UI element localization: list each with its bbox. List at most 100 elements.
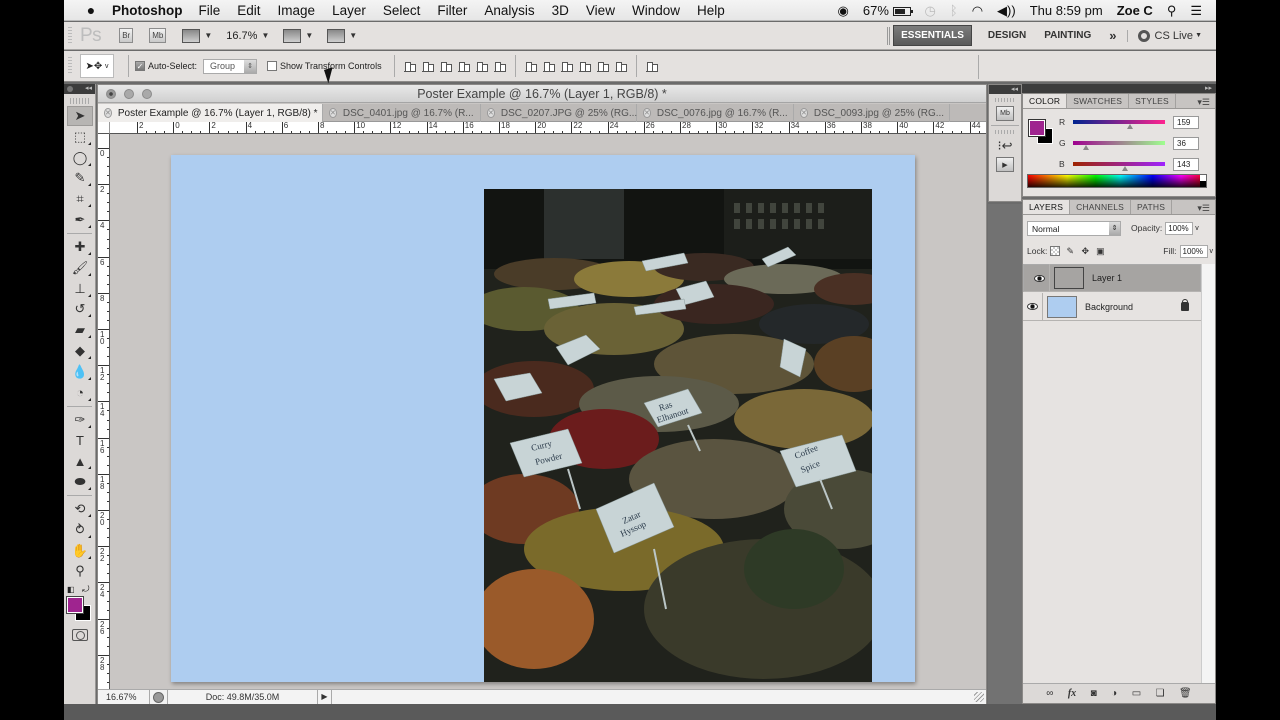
align-bottom-edges-icon[interactable] <box>439 61 452 72</box>
green-value-input[interactable]: 36 <box>1173 136 1199 150</box>
menu-file[interactable]: File <box>199 3 221 18</box>
menu-app-name[interactable]: Photoshop <box>112 3 183 18</box>
visibility-eye-icon[interactable] <box>1030 264 1050 292</box>
blue-slider-thumb[interactable] <box>1121 166 1128 171</box>
distribute-vertical-centers-icon[interactable] <box>542 61 555 72</box>
record-icon[interactable]: ◉ <box>838 3 849 19</box>
add-mask-icon[interactable]: ◙ <box>1091 688 1097 699</box>
menu-select[interactable]: Select <box>383 3 421 18</box>
menu-help[interactable]: Help <box>697 3 725 18</box>
more-workspaces-icon[interactable]: » <box>1109 28 1116 43</box>
menu-layer[interactable]: Layer <box>332 3 366 18</box>
marquee-tool[interactable]: ⬚ <box>67 127 93 147</box>
menu-3d[interactable]: 3D <box>552 3 569 18</box>
dodge-tool[interactable]: ◔ <box>67 383 93 403</box>
panel-menu-icon[interactable]: ▾☰ <box>1197 97 1210 108</box>
opacity-input[interactable]: 100% <box>1165 221 1194 235</box>
tool-preset-picker[interactable]: ➤✥ v <box>80 54 114 78</box>
color-spectrum-ramp[interactable] <box>1027 174 1207 188</box>
panel-menu-icon[interactable]: ▾☰ <box>1197 203 1210 214</box>
menu-window[interactable]: Window <box>632 3 680 18</box>
cs-live-button[interactable]: CS Live ▼ <box>1126 29 1202 42</box>
align-left-edges-icon[interactable] <box>457 61 470 72</box>
workspace-painting[interactable]: PAINTING <box>1044 30 1091 41</box>
3d-orbit-tool[interactable]: ⥁ <box>67 520 93 540</box>
distribute-top-edges-icon[interactable] <box>524 61 537 72</box>
canvas-area[interactable]: Curry Powder Ras Elhanout Coffee Spice Z… <box>111 135 986 689</box>
red-slider[interactable] <box>1073 120 1165 129</box>
close-tab-icon[interactable]: ✕ <box>487 108 495 118</box>
document-tab[interactable]: ✕ Poster Example @ 16.7% (Layer 1, RGB/8)… <box>98 104 323 122</box>
options-grip[interactable] <box>68 57 72 75</box>
window-zoom-button[interactable] <box>142 89 152 99</box>
lock-all-icon[interactable]: ▣ <box>1095 246 1105 256</box>
menu-edit[interactable]: Edit <box>237 3 260 18</box>
hand-tool[interactable]: ✋ <box>67 541 93 561</box>
spice-market-photo-layer[interactable]: Curry Powder Ras Elhanout Coffee Spice Z… <box>484 189 872 682</box>
dock-header[interactable]: ◂◂ <box>989 85 1021 94</box>
blue-value-input[interactable]: 143 <box>1173 157 1199 171</box>
window-resize-grip[interactable] <box>974 692 984 702</box>
lasso-tool[interactable]: ◯ <box>67 148 93 168</box>
align-vertical-centers-icon[interactable] <box>421 61 434 72</box>
battery-status[interactable]: 67% <box>863 3 913 18</box>
notification-center-icon[interactable]: ☰ <box>1190 3 1202 19</box>
horizontal-ruler[interactable]: 2 0 2 4 6 8 10 12 14 16 18 20 22 24 26 28 30 32 34 36 38 40 42… <box>110 122 986 134</box>
launch-bridge-button[interactable]: Br <box>119 28 134 43</box>
green-slider-thumb[interactable] <box>1082 145 1089 150</box>
move-tool[interactable]: ➤ <box>67 106 93 126</box>
panels-collapse-header[interactable]: ▸▸ <box>1022 84 1216 93</box>
tab-channels[interactable]: CHANNELS <box>1070 200 1132 214</box>
tab-swatches[interactable]: SWATCHES <box>1067 94 1130 108</box>
eyedropper-tool[interactable]: ✒ <box>67 210 93 230</box>
visibility-eye-icon[interactable] <box>1023 292 1043 321</box>
distribute-left-edges-icon[interactable] <box>578 61 591 72</box>
align-top-edges-icon[interactable] <box>403 61 416 72</box>
clock[interactable]: Thu 8:59 pm <box>1030 3 1103 18</box>
user-name[interactable]: Zoe C <box>1117 3 1153 18</box>
layer-row-background[interactable]: Background <box>1023 292 1201 321</box>
collapse-icon[interactable]: ◂◂ <box>85 84 92 92</box>
dock-grip[interactable] <box>995 130 1015 134</box>
paint-bucket-tool[interactable]: ◆ <box>67 341 93 361</box>
spotlight-search-icon[interactable]: ⚲ <box>1167 3 1177 19</box>
distribute-bottom-edges-icon[interactable] <box>560 61 573 72</box>
apple-menu-icon[interactable]: ● <box>82 2 100 18</box>
lock-position-icon[interactable]: ✥ <box>1080 246 1090 256</box>
volume-icon[interactable]: ◀)) <box>997 3 1016 19</box>
close-tab-icon[interactable]: ✕ <box>800 108 808 118</box>
close-tab-icon[interactable]: ✕ <box>643 108 651 118</box>
link-layers-icon[interactable]: ∞ <box>1046 688 1053 699</box>
status-zoom-field[interactable]: 16.67% <box>98 689 150 705</box>
opacity-dropdown-icon[interactable]: v <box>1195 225 1199 232</box>
red-value-input[interactable]: 159 <box>1173 115 1199 129</box>
fill-dropdown-icon[interactable]: v <box>1210 248 1214 255</box>
view-extras-icon[interactable] <box>182 28 201 43</box>
artboard-background-layer[interactable]: Curry Powder Ras Elhanout Coffee Spice Z… <box>171 155 915 682</box>
close-tab-icon[interactable]: ✕ <box>329 108 337 118</box>
distribute-horizontal-centers-icon[interactable] <box>596 61 609 72</box>
new-group-folder-icon[interactable]: ▭ <box>1132 688 1141 699</box>
arrange-documents-dropdown[interactable]: ▼ <box>305 31 313 40</box>
workspace-essentials[interactable]: ESSENTIALS <box>893 25 972 46</box>
menu-analysis[interactable]: Analysis <box>484 3 534 18</box>
tab-styles[interactable]: STYLES <box>1129 94 1176 108</box>
panel-close-icon[interactable] <box>67 86 73 92</box>
arrange-documents-icon[interactable] <box>283 28 302 43</box>
adjustment-layer-icon[interactable]: ◑ <box>1111 688 1117 699</box>
auto-select-checkbox[interactable]: ✓ <box>135 61 145 71</box>
tools-panel-header[interactable]: ◂◂ <box>64 84 95 94</box>
workspace-design[interactable]: DESIGN <box>988 30 1026 41</box>
menu-image[interactable]: Image <box>278 3 316 18</box>
menu-view[interactable]: View <box>586 3 615 18</box>
clone-stamp-tool[interactable]: ⊥ <box>67 279 93 299</box>
menu-filter[interactable]: Filter <box>437 3 467 18</box>
dock-grip[interactable] <box>995 98 1015 102</box>
blend-mode-select[interactable]: Normal ⇕ <box>1027 220 1121 236</box>
trash-icon[interactable]: 🗑 <box>1179 688 1192 699</box>
layers-scrollbar[interactable] <box>1201 264 1215 684</box>
lock-transparent-pixels-icon[interactable] <box>1050 246 1061 256</box>
auto-align-layers-icon[interactable] <box>645 61 658 72</box>
show-transform-controls-checkbox[interactable] <box>267 61 278 71</box>
fx-icon[interactable]: fx <box>1068 688 1076 699</box>
